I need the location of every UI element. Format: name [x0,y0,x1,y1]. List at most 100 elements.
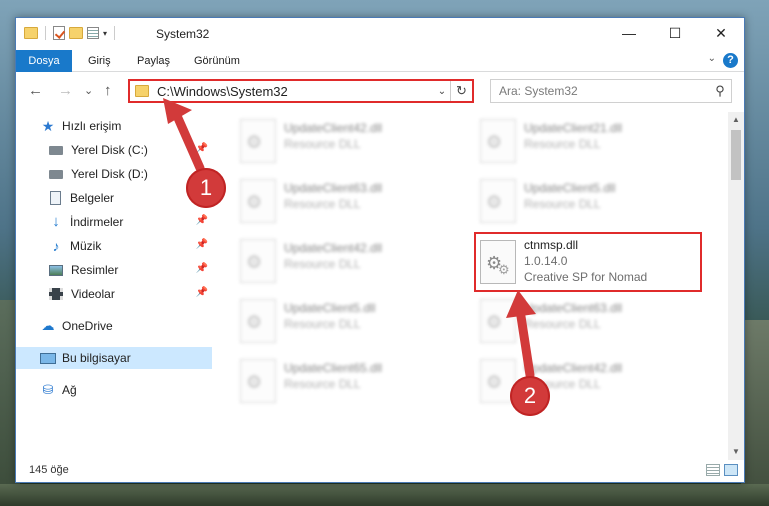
sidebar-item-music[interactable]: ♪ Müzik 📌 [16,235,212,257]
file-tile[interactable]: ⚙ UpdateClient42.dll Resource DLL [232,116,462,166]
view-options-icon[interactable] [87,27,99,39]
gear-icon: ⚙ [246,192,263,212]
sidebar-item-label: Videolar [71,287,115,301]
up-arrow-icon[interactable]: ↑ [104,82,112,99]
ribbon-collapse-icon[interactable]: ⌄ [708,53,716,64]
scroll-thumb[interactable] [731,130,741,180]
refresh-icon[interactable]: ↻ [450,81,472,101]
vertical-scrollbar[interactable]: ▲ ▼ [728,112,744,460]
file-type: Resource DLL [524,197,601,211]
search-input[interactable] [491,84,709,98]
close-button[interactable]: ✕ [698,18,744,48]
tab-dosya[interactable]: Dosya [16,50,72,72]
file-company: Creative SP for Nomad [524,270,648,284]
file-name: ctnmsp.dll [524,238,579,252]
file-type: Resource DLL [284,257,361,271]
address-path[interactable]: C:\Windows\System32 [157,84,434,99]
window-controls: — ☐ ✕ [606,18,744,48]
sidebar-item-network[interactable]: ⛁ Ağ [16,379,212,401]
properties-check-icon[interactable] [53,26,65,40]
file-tile[interactable]: ⚙ UpdateClient65.dll Resource DLL [232,356,462,406]
back-arrow-icon[interactable]: ← [28,82,43,99]
sidebar-item-onedrive[interactable]: ☁ OneDrive [16,315,212,337]
sidebar-item-quick-access[interactable]: ★ Hızlı erişim [16,115,212,137]
customize-toolbar-icon[interactable]: ▾ [103,29,107,38]
file-tile[interactable]: ⚙ UpdateClient5.dll Resource DLL [232,296,462,346]
item-count: 145 öğe [29,464,69,476]
sidebar-item-local-disk-d[interactable]: Yerel Disk (D:) [16,163,212,185]
new-folder-icon[interactable] [69,27,83,39]
sidebar-item-label: Yerel Disk (D:) [71,167,148,181]
address-bar[interactable]: C:\Windows\System32 ⌄ ↻ [128,79,474,103]
sidebar-item-label: Belgeler [70,191,115,205]
title-bar: ▾ System32 — ☐ ✕ [16,18,744,50]
file-tile[interactable]: ⚙ UpdateClient5.dll Resource DLL [472,176,702,226]
search-icon[interactable]: ⚲ [709,83,731,99]
sidebar-item-label: Hızlı erişim [62,119,122,133]
scroll-up-icon[interactable]: ▲ [728,112,744,128]
dll-file-icon: ⚙ [480,119,516,163]
pin-icon[interactable]: 📌 [196,143,208,154]
sidebar-item-label: Bu bilgisayar [62,351,131,365]
maximize-button[interactable]: ☐ [652,18,698,48]
help-icon[interactable]: ? [723,53,738,68]
pin-icon[interactable]: 📌 [196,215,208,226]
pin-icon[interactable]: 📌 [196,239,208,250]
sidebar-item-videos[interactable]: Videolar 📌 [16,283,212,305]
sidebar-item-pictures[interactable]: Resimler 📌 [16,259,212,281]
sidebar-item-label: Ağ [62,383,77,397]
toolbar-separator [114,26,116,40]
tab-paylas[interactable]: Paylaş [127,50,180,72]
dll-file-icon: ⚙ [480,299,516,343]
forward-arrow-icon[interactable]: → [58,82,73,99]
address-dropdown-icon[interactable]: ⌄ [434,86,450,97]
file-tile[interactable]: ⚙ UpdateClient63.dll Resource DLL [232,176,462,226]
pin-icon[interactable]: 📌 [196,287,208,298]
ribbon-tabs: Dosya Giriş Paylaş Görünüm ⌄ ? [16,50,744,72]
background-rock-right [741,320,769,506]
gear-icon: ⚙ [246,312,263,332]
sidebar-item-label: İndirmeler [70,215,124,229]
file-name: UpdateClient65.dll [284,361,383,375]
gear-small-icon: ⚙ [498,262,510,277]
minimize-button[interactable]: — [606,18,652,48]
details-view-icon[interactable] [706,464,720,476]
dll-file-icon: ⚙ [240,119,276,163]
file-type: Resource DLL [284,377,361,391]
tiles-view-icon[interactable] [724,464,738,476]
cloud-icon: ☁ [41,318,55,333]
explorer-window: ▾ System32 — ☐ ✕ Dosya Giriş Paylaş Görü… [15,17,745,483]
file-tile[interactable]: ⚙ UpdateClient42.dll Resource DLL [232,236,462,286]
disk-icon [49,145,63,155]
file-tile[interactable]: ⚙ UpdateClient42.dll Resource DLL [472,356,702,406]
sidebar-item-downloads[interactable]: ↓ İndirmeler 📌 [16,211,212,233]
videos-icon [49,288,63,300]
tab-giris[interactable]: Giriş [78,50,121,72]
music-icon: ♪ [52,238,60,254]
file-tile[interactable]: ⚙ UpdateClient21.dll Resource DLL [472,116,702,166]
navigation-bar: ← → ⌄ ↑ C:\Windows\System32 ⌄ ↻ ⚲ [16,76,744,106]
dll-file-icon: ⚙ [240,239,276,283]
computer-icon [40,352,56,364]
scroll-down-icon[interactable]: ▼ [728,444,744,460]
navigation-pane: ★ Hızlı erişim Yerel Disk (C:) 📌 Yerel D… [16,112,212,460]
file-tile[interactable]: ⚙ UpdateClient63.dll Resource DLL [472,296,702,346]
file-name: UpdateClient42.dll [284,121,383,135]
file-name: UpdateClient42.dll [284,241,383,255]
sidebar-item-documents[interactable]: Belgeler [16,187,212,209]
file-type: Resource DLL [284,317,361,331]
sidebar-item-local-disk-c[interactable]: Yerel Disk (C:) 📌 [16,139,212,161]
file-name: UpdateClient42.dll [524,361,623,375]
file-type: Resource DLL [524,317,601,331]
file-tile-ctnmsp-dll[interactable]: ⚙ ⚙ ctnmsp.dll 1.0.14.0 Creative SP for … [474,232,702,292]
gear-icon: ⚙ [486,372,503,392]
pin-icon[interactable]: 📌 [196,263,208,274]
file-version: 1.0.14.0 [524,254,568,268]
file-name: UpdateClient21.dll [524,121,623,135]
gear-icon: ⚙ [246,372,263,392]
folder-icon [135,85,149,97]
recent-locations-icon[interactable]: ⌄ [84,84,93,97]
sidebar-item-this-pc[interactable]: Bu bilgisayar [16,347,212,369]
tab-gorunum[interactable]: Görünüm [184,50,250,72]
gear-icon: ⚙ [486,312,503,332]
